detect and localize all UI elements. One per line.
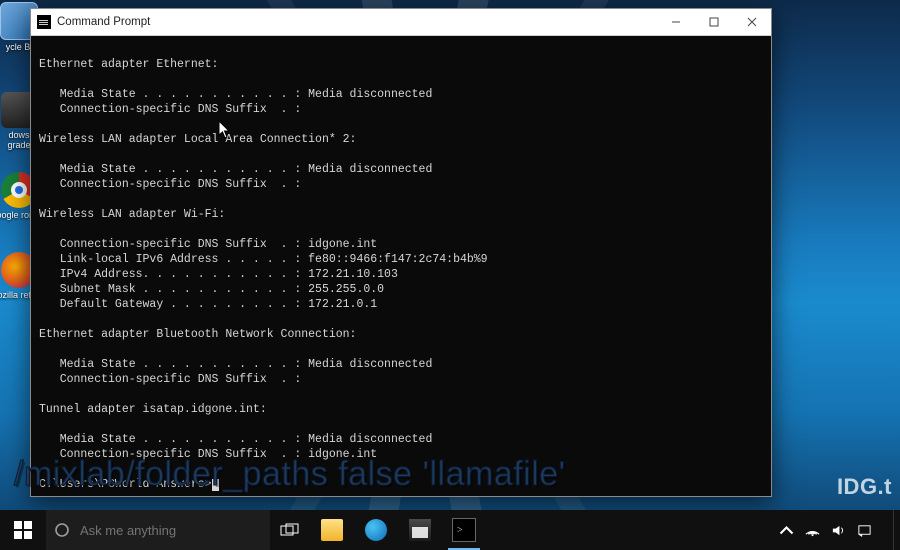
task-view-button[interactable] — [270, 523, 310, 537]
edge-icon — [365, 519, 387, 541]
cortana-icon — [46, 522, 78, 538]
titlebar[interactable]: Command Prompt — [31, 9, 771, 36]
icon-label: dows grade — [7, 130, 30, 150]
overlay-caption: /mixlab/folder_paths false 'llamafile' — [14, 455, 566, 494]
tray-chevron-up-icon[interactable] — [773, 523, 799, 538]
terminal-output[interactable]: Ethernet adapter Ethernet: Media State .… — [31, 36, 771, 496]
minimize-button[interactable] — [657, 9, 695, 35]
search-box[interactable] — [46, 510, 270, 550]
network-icon[interactable] — [799, 523, 825, 538]
pinned-apps — [310, 510, 486, 550]
window-title: Command Prompt — [57, 16, 150, 28]
maximize-button[interactable] — [695, 9, 733, 35]
cmd-icon — [452, 518, 476, 542]
windows-logo-icon — [14, 521, 32, 539]
store-icon — [409, 519, 431, 541]
command-prompt-window: Command Prompt Ethernet adapter Ethernet… — [30, 8, 772, 497]
notifications-icon[interactable] — [851, 523, 877, 538]
volume-icon[interactable] — [825, 523, 851, 538]
store-button[interactable] — [398, 510, 442, 550]
close-button[interactable] — [733, 9, 771, 35]
desktop: ycle Bi dows grade oogle rome ozilla ref… — [0, 0, 900, 550]
start-button[interactable] — [0, 510, 46, 550]
folder-icon — [321, 519, 343, 541]
watermark: IDG.t — [837, 474, 892, 500]
edge-button[interactable] — [354, 510, 398, 550]
file-explorer-button[interactable] — [310, 510, 354, 550]
show-desktop-button[interactable] — [893, 510, 900, 550]
cmd-taskbar-button[interactable] — [442, 510, 486, 550]
system-tray — [773, 510, 900, 550]
icon-label: ycle Bi — [6, 42, 33, 52]
taskbar — [0, 510, 900, 550]
search-input[interactable] — [78, 522, 270, 539]
cmd-titlebar-icon — [37, 15, 51, 29]
